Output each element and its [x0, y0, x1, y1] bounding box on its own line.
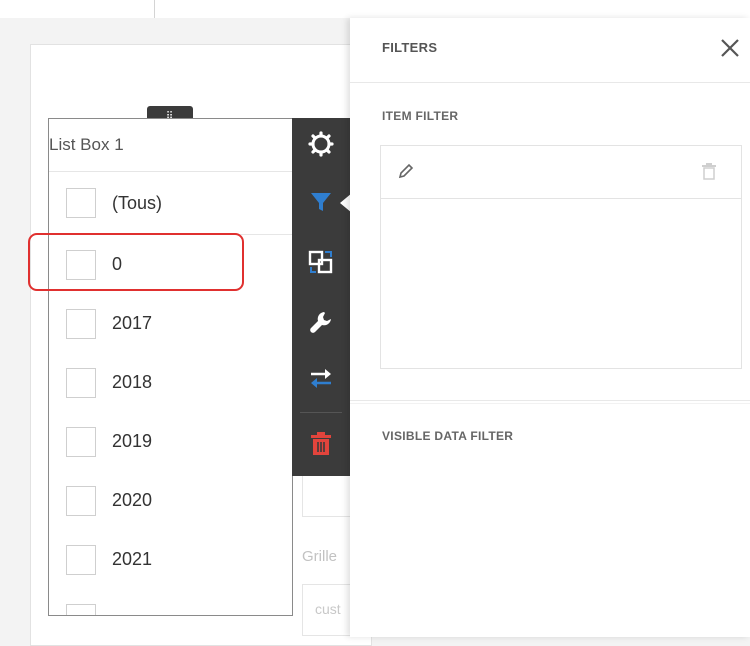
list-item-label: 2021: [112, 549, 153, 569]
list-item[interactable]: 2019: [49, 412, 292, 471]
clear-filter-button[interactable]: [701, 162, 717, 185]
list-item[interactable]: 2020: [49, 471, 292, 530]
list-item-label: 2017: [112, 313, 153, 333]
list-item[interactable]: 2021: [49, 530, 292, 589]
interactivity-button[interactable]: [292, 352, 350, 404]
close-icon: [721, 39, 739, 57]
item-filter-label: ITEM FILTER: [382, 109, 459, 123]
delete-button[interactable]: [292, 418, 350, 470]
background-custom-text: cust: [315, 601, 341, 617]
highlight-annotation: [28, 233, 244, 291]
interactivity-icon: [311, 369, 331, 388]
convert-icon: [308, 250, 333, 274]
item-filter-box[interactable]: [380, 145, 742, 369]
panel-divider: [350, 400, 750, 401]
background-field: [302, 475, 352, 517]
background-grid-label: Grille: [302, 548, 338, 565]
wrench-icon: [310, 312, 331, 333]
list-item-checkbox[interactable]: [66, 603, 96, 615]
list-item[interactable]: 2018: [49, 353, 292, 412]
widget-toolbar: [292, 118, 350, 476]
panel-divider: [350, 403, 750, 404]
list-box-title: List Box 1: [49, 119, 292, 172]
list-item[interactable]: 2017: [49, 294, 292, 353]
close-button[interactable]: [716, 34, 744, 62]
list-item[interactable]: (Tous): [49, 172, 292, 235]
list-item-label: 2018: [112, 372, 153, 392]
filters-panel: FILTERS ITEM FILTER VISIBLE DATA FILTER: [350, 18, 750, 637]
background-custom-field: cust: [302, 584, 352, 636]
list-item-checkbox[interactable]: [66, 485, 96, 516]
list-item-label: 2020: [112, 490, 153, 510]
list-item-partial[interactable]: [49, 589, 292, 615]
options-button[interactable]: [292, 296, 350, 348]
list-item-label: (Tous): [112, 192, 163, 213]
top-divider: [154, 0, 155, 18]
edit-filter-button[interactable]: [397, 162, 415, 185]
filter-icon: [311, 193, 331, 211]
gear-icon: [308, 131, 334, 157]
visible-data-filter-label: VISIBLE DATA FILTER: [382, 429, 514, 443]
list-item-checkbox[interactable]: [66, 544, 96, 575]
list-box-widget[interactable]: List Box 1 (Tous) 0 2017 2018 2019 2020 …: [48, 118, 293, 616]
toolbar-separator: [300, 412, 342, 413]
top-strip: [0, 0, 750, 18]
filters-panel-header: FILTERS: [350, 18, 750, 83]
list-item-checkbox[interactable]: [66, 426, 96, 457]
item-filter-toolbar: [381, 146, 741, 199]
list-item-checkbox[interactable]: [66, 367, 96, 398]
convert-button[interactable]: [292, 236, 350, 288]
list-item-label: 2019: [112, 431, 153, 451]
list-item-checkbox[interactable]: [66, 308, 96, 339]
settings-button[interactable]: [292, 118, 350, 170]
list-item-checkbox[interactable]: [66, 188, 96, 218]
trash-icon: [702, 163, 716, 180]
pencil-icon: [398, 163, 414, 179]
trash-icon: [311, 432, 331, 455]
panel-title: FILTERS: [382, 40, 438, 55]
